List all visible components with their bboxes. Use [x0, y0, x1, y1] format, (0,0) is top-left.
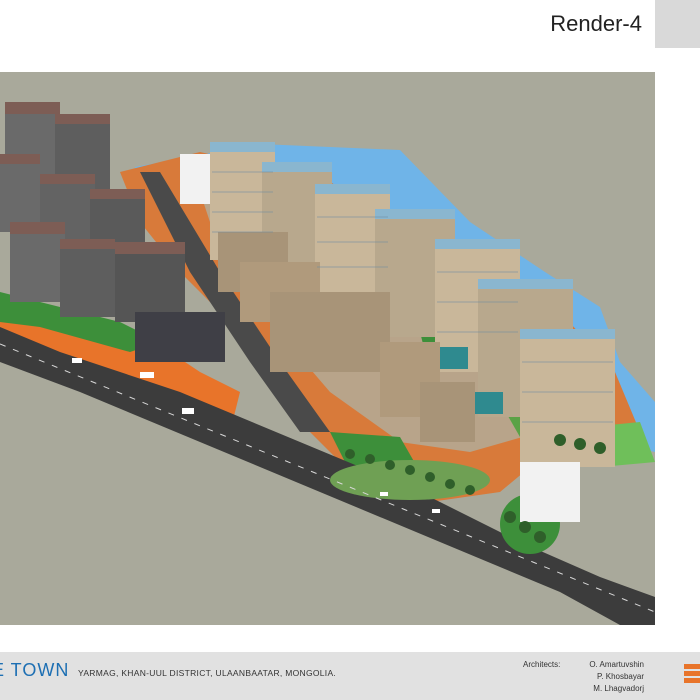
architect-name: M. Lhagvadorj [593, 684, 644, 693]
aerial-render-illustration [0, 102, 655, 625]
project-location: YARMAG, KHAN-UUL DISTRICT, ULAANBAATAR, … [78, 668, 337, 678]
architect-name: O. Amartuvshin [589, 660, 644, 669]
render-title: Render-4 [550, 11, 642, 36]
architects-label: Architects: [523, 660, 561, 669]
sports-court [440, 347, 468, 369]
architect-name: P. Khosbayar [597, 672, 644, 681]
side-strip [655, 48, 700, 652]
aerial-render [0, 72, 655, 625]
firm-logo-icon [684, 664, 700, 688]
sports-court [475, 392, 503, 414]
project-name: E TOWN [0, 660, 70, 680]
